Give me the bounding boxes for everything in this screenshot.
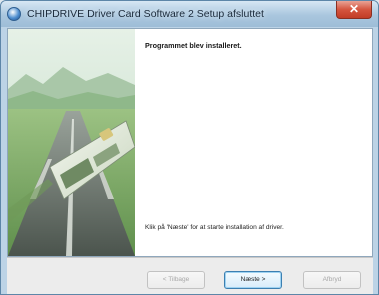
cancel-button[interactable]: Afbryd <box>303 271 361 289</box>
wizard-button-bar: < Tilbage Næste > Afbryd <box>7 257 373 294</box>
close-icon: ✕ <box>348 2 360 16</box>
setup-window: CHIPDRIVE Driver Card Software 2 Setup a… <box>0 0 379 295</box>
wizard-side-image <box>8 29 135 256</box>
highway-card-illustration <box>8 29 135 256</box>
next-button[interactable]: Næste > <box>224 271 282 289</box>
installer-app-icon <box>7 7 21 21</box>
install-complete-heading: Programmet blev installeret. <box>145 41 242 50</box>
next-instruction-text: Klik på 'Næste' for at starte installati… <box>145 224 284 231</box>
title-bar[interactable]: CHIPDRIVE Driver Card Software 2 Setup a… <box>1 1 378 27</box>
wizard-page: Programmet blev installeret. Klik på 'Næ… <box>7 28 373 257</box>
close-button[interactable]: ✕ <box>336 1 372 19</box>
back-button[interactable]: < Tilbage <box>147 271 205 289</box>
wizard-content: Programmet blev installeret. Klik på 'Næ… <box>135 29 372 256</box>
window-title: CHIPDRIVE Driver Card Software 2 Setup a… <box>27 8 264 20</box>
